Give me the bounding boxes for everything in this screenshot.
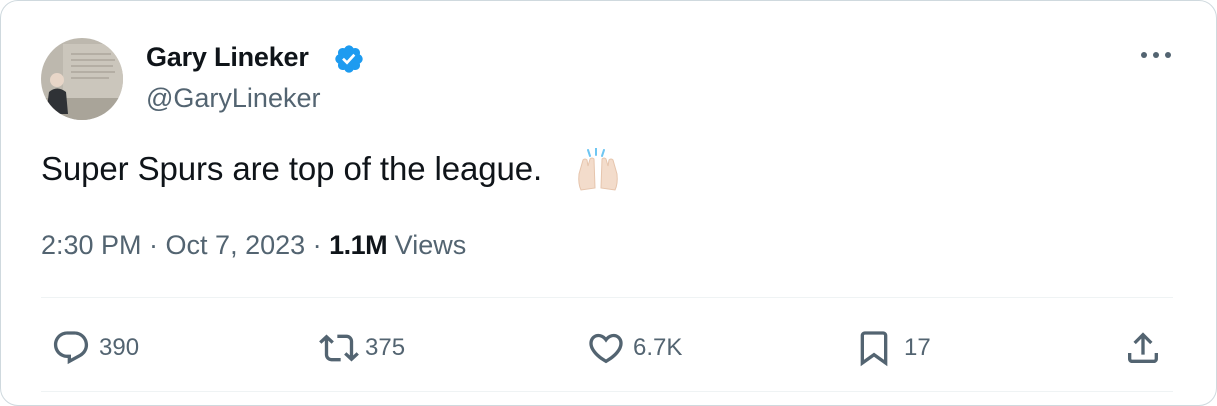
like-button[interactable]: 6.7K bbox=[585, 328, 682, 368]
repost-button[interactable]: 375 bbox=[317, 328, 405, 368]
tweet-metadata: 2:30 PM · Oct 7, 2023 · 1.1M Views bbox=[41, 230, 466, 261]
author-handle[interactable]: @GaryLineker bbox=[146, 83, 320, 114]
tweet-card: Gary Lineker @GaryLineker Super Spurs ar… bbox=[0, 0, 1217, 406]
more-options-icon[interactable] bbox=[1139, 45, 1173, 65]
repost-count: 375 bbox=[365, 334, 406, 361]
tweet-timestamp[interactable]: 2:30 PM · Oct 7, 2023 · bbox=[41, 230, 329, 260]
raising-hands-icon bbox=[578, 148, 618, 191]
reply-button[interactable]: 390 bbox=[51, 328, 139, 368]
author-display-name[interactable]: Gary Lineker bbox=[146, 42, 309, 73]
heart-icon bbox=[589, 333, 623, 364]
author-avatar[interactable] bbox=[41, 38, 123, 120]
tweet-text: Super Spurs are top of the league. bbox=[41, 150, 543, 187]
like-count: 6.7K bbox=[633, 334, 683, 361]
bookmark-icon bbox=[860, 331, 888, 367]
repost-icon bbox=[319, 334, 359, 362]
reply-count: 390 bbox=[99, 334, 140, 361]
bookmark-button[interactable]: 17 bbox=[854, 328, 931, 368]
share-button[interactable] bbox=[1123, 328, 1163, 368]
verified-badge-icon bbox=[335, 45, 363, 73]
views-label: Views bbox=[387, 230, 467, 260]
bookmark-count: 17 bbox=[904, 334, 931, 361]
divider-top bbox=[41, 297, 1173, 298]
avatar-photo bbox=[41, 38, 123, 120]
share-icon bbox=[1128, 332, 1158, 363]
reply-icon bbox=[53, 331, 89, 365]
divider-bottom bbox=[41, 391, 1173, 392]
views-count: 1.1M bbox=[329, 230, 388, 260]
